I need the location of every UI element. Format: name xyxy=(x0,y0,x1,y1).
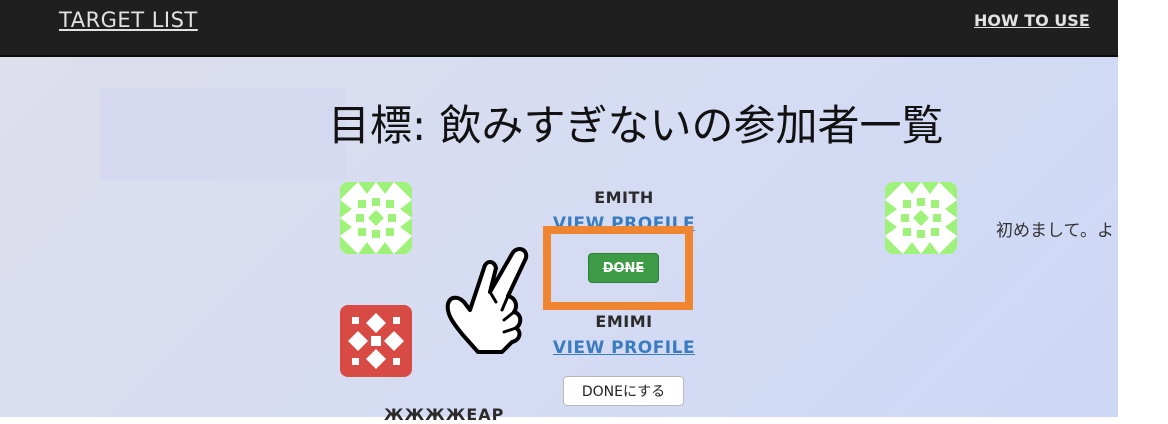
participant-avatar[interactable] xyxy=(340,305,412,377)
commenter-avatar[interactable] xyxy=(885,182,957,254)
participant-name: ЖЖЖЖЕАР xyxy=(384,405,505,424)
side-panel xyxy=(100,88,345,180)
participant-avatar[interactable] xyxy=(340,182,412,254)
view-profile-link[interactable]: VIEW PROFILE xyxy=(524,338,724,358)
highlight-box xyxy=(543,226,693,310)
identicon-red-icon xyxy=(340,305,412,377)
how-to-use-link[interactable]: HOW TO USE xyxy=(974,11,1090,30)
page-margin xyxy=(1118,0,1168,417)
participant-name: EMITH xyxy=(594,188,654,207)
identicon-green-icon xyxy=(340,182,412,254)
brand-link[interactable]: TARGET LIST xyxy=(59,8,198,32)
participant-name: EMIMI xyxy=(595,312,653,331)
mark-done-button[interactable]: DONEにする xyxy=(563,376,684,406)
top-navbar: TARGET LIST HOW TO USE xyxy=(0,0,1118,57)
page-title: 目標: 飲みすぎないの参加者一覧 xyxy=(328,101,944,150)
hand-pointer-icon xyxy=(445,247,529,354)
identicon-green-icon xyxy=(885,182,957,254)
comment-text: 初めまして。よ xyxy=(996,221,1114,241)
